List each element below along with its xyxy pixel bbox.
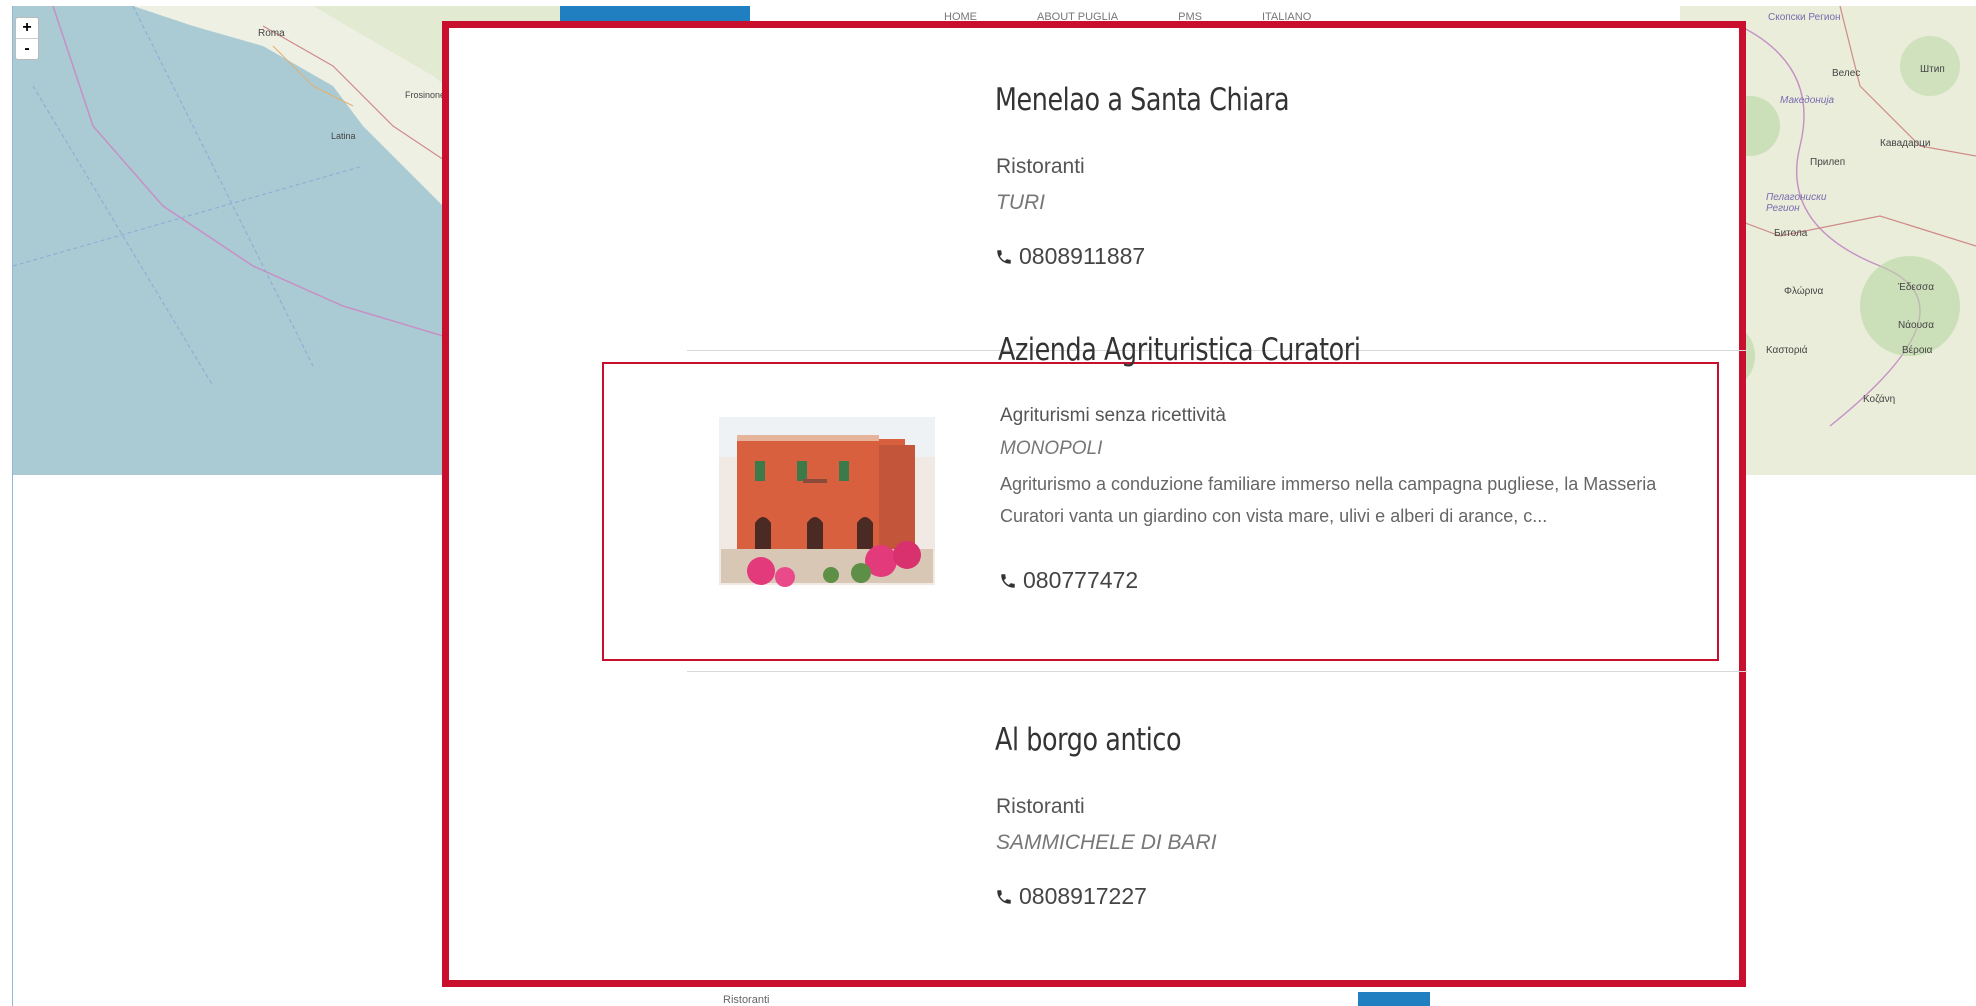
- map-label-city3: Прилеп: [1810, 157, 1846, 168]
- farmhouse-photo[interactable]: [711, 405, 943, 597]
- phone-icon: [997, 889, 1011, 904]
- map-label-city9: Νάουσα: [1898, 320, 1934, 331]
- map-label-city6: Φλώρινα: [1784, 286, 1824, 297]
- listing-phone[interactable]: 0808911887: [995, 243, 1145, 270]
- below-list-button[interactable]: [1358, 992, 1430, 1006]
- map-label-region2: Македонија: [1780, 95, 1835, 106]
- phone-icon: [997, 249, 1011, 264]
- listing-title[interactable]: Al borgo antico: [995, 722, 1181, 758]
- map-label-frosinone: Frosinone: [405, 90, 446, 100]
- map-label-city5: Битола: [1774, 228, 1808, 239]
- listing-phone-number: 0808911887: [1019, 243, 1146, 269]
- map-border: [12, 475, 13, 1006]
- listing-category: Ristoranti: [996, 155, 1085, 178]
- phone-icon: [1001, 573, 1015, 588]
- listing-category: Ristoranti: [996, 795, 1085, 818]
- map-label-latina: Latina: [331, 131, 356, 141]
- listing-city: SAMMICHELE DI BARI: [996, 831, 1217, 854]
- listing-city: MONOPOLI: [1000, 438, 1103, 459]
- listing-title[interactable]: Menelao a Santa Chiara: [995, 82, 1290, 118]
- map-label-region3: Пелагониски Регион: [1766, 192, 1827, 214]
- map-label-city4: Кавадарци: [1880, 138, 1931, 149]
- listing-phone[interactable]: 080777472: [999, 567, 1138, 594]
- map-label-city10: Βέροια: [1902, 345, 1933, 356]
- zoom-in-button[interactable]: +: [16, 18, 38, 39]
- listing-phone-number: 080777472: [1023, 567, 1139, 593]
- listing-phone[interactable]: 0808917227: [995, 883, 1147, 910]
- map-label-roma: Roma: [258, 28, 285, 39]
- map-label-city11: Κοζάνη: [1863, 394, 1896, 405]
- listing-description: Agriturismo a conduzione familiare immer…: [1000, 474, 1657, 526]
- listing-title[interactable]: Azienda Agrituristica Curatori: [998, 332, 1361, 368]
- map-label-city7: Καστοριά: [1766, 345, 1808, 356]
- listing-panel: Menelao a Santa Chiara Ristoranti TURI 0…: [442, 21, 1747, 987]
- listing-category: Agriturismi senza ricettività: [1000, 405, 1226, 426]
- listing-phone-number: 0808917227: [1019, 883, 1147, 909]
- map-zoom-control: + -: [15, 17, 39, 60]
- zoom-out-button[interactable]: -: [16, 39, 38, 59]
- listing-divider: [687, 671, 1747, 672]
- map-label-city8: Έδεσσα: [1898, 282, 1934, 293]
- map-label-city1: Велес: [1832, 68, 1861, 79]
- below-list-category: Ristoranti: [723, 994, 770, 1006]
- map-label-city2: Штип: [1920, 64, 1945, 75]
- listing-city: TURI: [996, 191, 1045, 214]
- map-label-region1: Скопски Регион: [1768, 12, 1841, 23]
